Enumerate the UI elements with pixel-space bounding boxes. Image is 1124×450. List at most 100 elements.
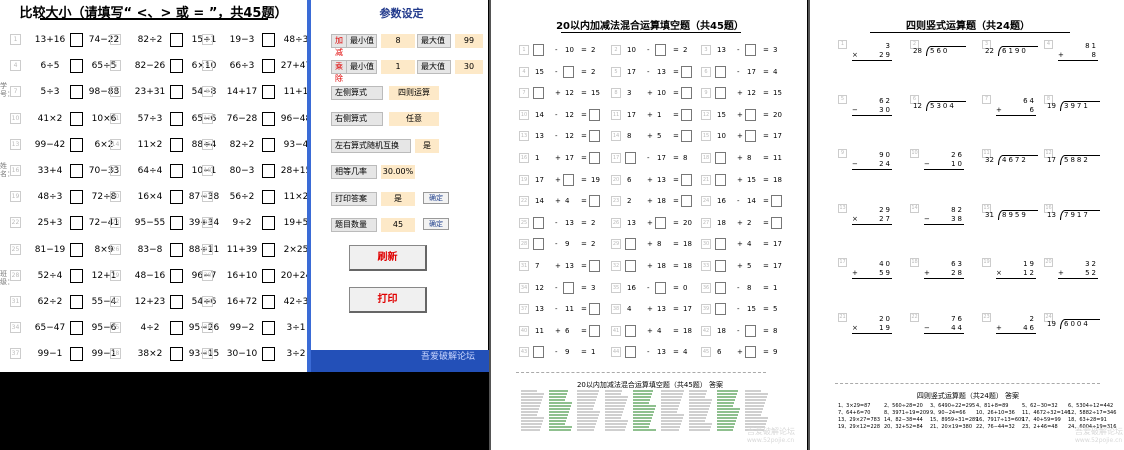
answer-blank[interactable] [589,260,600,272]
answer-blank[interactable] [533,238,544,251]
swap-value[interactable]: 是 [415,139,439,153]
print-button[interactable]: 打印 [349,287,427,313]
answer-blank[interactable] [563,173,574,186]
answer-blank[interactable] [745,346,756,359]
answer-blank[interactable] [655,216,666,229]
answer-box[interactable] [170,295,183,309]
print-answer-value[interactable]: 是 [381,192,415,206]
answer-box[interactable] [170,216,183,231]
answer-blank[interactable] [589,152,600,164]
answer-box[interactable] [170,59,183,74]
answer-blank[interactable] [745,324,756,337]
answer-box[interactable] [70,33,83,47]
answer-box[interactable] [262,111,275,126]
answer-blank[interactable] [625,346,636,359]
answer-blank[interactable] [715,65,726,78]
right-formula-value[interactable]: 任意 [389,112,439,126]
answer-blank[interactable] [715,303,726,316]
answer-box[interactable] [70,242,83,257]
answer-box[interactable] [170,164,183,178]
answer-blank[interactable] [715,281,726,294]
answer-blank[interactable] [625,260,636,272]
answer-box[interactable] [262,295,275,309]
answer-blank[interactable] [745,108,756,121]
answer-blank[interactable] [533,216,544,229]
answer-blank[interactable] [715,87,726,100]
answer-blank[interactable] [715,238,726,251]
answer-blank[interactable] [771,195,782,208]
answer-blank[interactable] [681,195,692,208]
answer-blank[interactable] [589,108,600,121]
answer-box[interactable] [262,137,275,152]
question-count-confirm-button[interactable]: 确定 [423,218,449,230]
answer-box[interactable] [70,111,83,126]
equal-rate-value[interactable]: 30.00% [381,165,415,179]
answer-box[interactable] [262,33,275,47]
answer-blank[interactable] [625,324,636,337]
answer-box[interactable] [170,347,183,362]
answer-box[interactable] [170,111,183,126]
answer-box[interactable] [170,242,183,257]
answer-box[interactable] [262,85,275,100]
answer-box[interactable] [262,190,275,205]
answer-blank[interactable] [589,303,600,316]
answer-blank[interactable] [681,87,692,100]
answer-box[interactable] [262,216,275,231]
answer-box[interactable] [262,347,275,362]
question-number: 25 [10,243,21,255]
answer-box[interactable] [170,137,183,152]
answer-blank[interactable] [589,130,600,143]
answer-blank[interactable] [533,346,544,359]
question-count-value[interactable]: 45 [381,218,415,232]
left-expression: 19−3 [229,35,255,45]
answer-blank[interactable] [745,44,756,56]
answer-blank[interactable] [715,260,726,272]
answer-blank[interactable] [771,216,782,229]
answer-blank[interactable] [681,108,692,121]
refresh-button[interactable]: 刷新 [349,245,427,271]
answer-box[interactable] [262,321,275,336]
addsub-max-value[interactable]: 99 [455,34,483,48]
answer-blank[interactable] [533,44,544,56]
answer-blank[interactable] [625,152,636,164]
answer-blank[interactable] [655,44,666,56]
left-formula-value[interactable]: 四则运算 [389,86,439,100]
answer-box[interactable] [262,164,275,178]
answer-box[interactable] [70,85,83,100]
answer-blank[interactable] [681,130,692,143]
muldiv-max-value[interactable]: 30 [455,60,483,74]
answer-box[interactable] [262,59,275,74]
answer-box[interactable] [70,347,83,362]
answer-box[interactable] [70,137,83,152]
answer-box[interactable] [262,242,275,257]
answer-box[interactable] [70,321,83,336]
answer-box[interactable] [170,321,183,336]
answer-blank[interactable] [681,173,692,186]
answer-box[interactable] [170,33,183,47]
answer-blank[interactable] [625,238,636,251]
answer-blank[interactable] [589,324,600,337]
print-answer-confirm-button[interactable]: 确定 [423,192,449,204]
answer-box[interactable] [70,268,83,283]
answer-box[interactable] [170,190,183,205]
answer-blank[interactable] [715,152,726,164]
answer-box[interactable] [262,268,275,283]
answer-blank[interactable] [715,173,726,186]
answer-box[interactable] [170,268,183,283]
answer-box[interactable] [70,59,83,74]
answer-blank[interactable] [681,65,692,78]
answer-box[interactable] [70,216,83,231]
answer-blank[interactable] [533,87,544,100]
answer-box[interactable] [70,190,83,205]
divisor: 17 [1047,156,1056,164]
muldiv-min-value[interactable]: 1 [381,60,415,74]
answer-blank[interactable] [745,130,756,143]
answer-blank[interactable] [655,281,666,294]
addsub-min-value[interactable]: 8 [381,34,415,48]
answer-box[interactable] [70,295,83,309]
answer-box[interactable] [170,85,183,100]
answer-blank[interactable] [563,65,574,78]
answer-blank[interactable] [589,195,600,208]
answer-box[interactable] [70,164,83,178]
answer-blank[interactable] [563,281,574,294]
